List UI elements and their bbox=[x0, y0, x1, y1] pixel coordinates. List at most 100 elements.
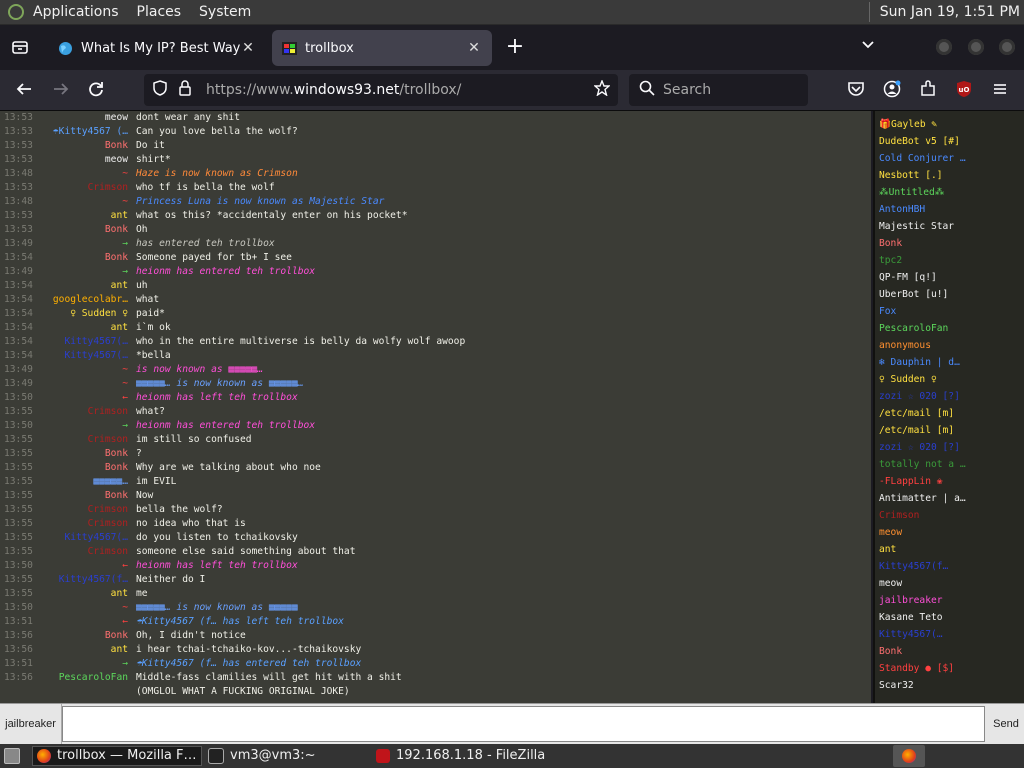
lock-icon[interactable] bbox=[178, 80, 196, 100]
account-icon[interactable] bbox=[882, 80, 902, 100]
chevron-down-icon[interactable] bbox=[858, 36, 878, 58]
user-list-item[interactable]: zozi ☆ 020 [?] bbox=[879, 389, 1019, 405]
user-list-item[interactable]: totally not a … bbox=[879, 457, 1019, 473]
user-list-item[interactable]: -FLappLin ❀ bbox=[879, 474, 1019, 490]
chat-messages[interactable]: 13:53 meow dont wear any shit 13:53 ☂Kitty45… bbox=[0, 111, 871, 703]
message-nickname[interactable]: ~ bbox=[40, 601, 128, 615]
tab-whatismyip[interactable]: What Is My IP? Best Way To ✕ bbox=[48, 30, 266, 66]
user-list-item[interactable]: UberBot [u!] bbox=[879, 287, 1019, 303]
message-nickname[interactable]: Kitty4567(f… bbox=[40, 573, 128, 587]
user-list-item[interactable]: PescaroloFan bbox=[879, 321, 1019, 337]
user-list-item[interactable]: Bonk bbox=[879, 236, 1019, 252]
user-list-item[interactable]: Scar32 bbox=[879, 678, 1019, 694]
forward-icon[interactable] bbox=[51, 80, 71, 100]
url-bar[interactable]: https://www.windows93.net/trollbox/ bbox=[144, 74, 618, 106]
message-nickname[interactable]: meow bbox=[40, 153, 128, 167]
user-list-item[interactable]: /etc/mail [m] bbox=[879, 423, 1019, 439]
message-nickname[interactable]: ← bbox=[40, 391, 128, 405]
user-list-item[interactable]: ❄ Dauphin | d… bbox=[879, 355, 1019, 371]
user-list[interactable]: 🎁Gayleb ✎ DudeBot v5 [#] Cold Conjurer … Ne… bbox=[873, 111, 1024, 703]
user-list-item[interactable]: zozi ☆ 020 [?] bbox=[879, 440, 1019, 456]
message-nickname[interactable]: Crimson bbox=[40, 433, 128, 447]
shield-icon[interactable] bbox=[152, 80, 170, 100]
user-list-item[interactable]: Majestic Star bbox=[879, 219, 1019, 235]
user-list-item[interactable]: /etc/mail [m] bbox=[879, 406, 1019, 422]
user-list-item[interactable]: Standby ● [$] bbox=[879, 661, 1019, 677]
message-nickname[interactable]: → bbox=[40, 237, 128, 251]
message-nickname[interactable]: Bonk bbox=[40, 139, 128, 153]
show-desktop-icon[interactable] bbox=[4, 748, 20, 764]
message-nickname[interactable]: → bbox=[40, 419, 128, 433]
message-nickname[interactable]: ant bbox=[40, 209, 128, 223]
message-nickname[interactable]: Bonk bbox=[40, 629, 128, 643]
message-nickname[interactable]: Crimson bbox=[40, 517, 128, 531]
message-nickname[interactable]: ~ bbox=[40, 167, 128, 181]
message-nickname[interactable]: ant bbox=[40, 643, 128, 657]
user-list-item[interactable]: jailbreaker bbox=[879, 593, 1019, 609]
message-nickname[interactable]: → bbox=[40, 265, 128, 279]
message-nickname[interactable]: PescaroloFan bbox=[40, 671, 128, 685]
message-nickname[interactable]: Kitty4567(… bbox=[40, 349, 128, 363]
tray-workspace[interactable] bbox=[893, 745, 925, 767]
message-nickname[interactable]: Bonk bbox=[40, 489, 128, 503]
search-bar[interactable]: Search bbox=[629, 74, 808, 106]
extensions-icon[interactable] bbox=[918, 80, 938, 100]
new-tab-icon[interactable]: + bbox=[505, 36, 525, 58]
message-nickname[interactable]: Crimson bbox=[40, 181, 128, 195]
message-nickname[interactable]: ant bbox=[40, 587, 128, 601]
message-nickname[interactable]: ☂Kitty4567 (… bbox=[40, 125, 128, 139]
message-nickname[interactable]: meow bbox=[40, 111, 128, 125]
user-list-item[interactable]: DudeBot v5 [#] bbox=[879, 134, 1019, 150]
tab-close-icon[interactable]: ✕ bbox=[466, 40, 482, 56]
message-nickname[interactable]: Kitty4567(… bbox=[40, 335, 128, 349]
message-nickname[interactable]: ~ bbox=[40, 195, 128, 209]
tab-close-icon[interactable]: ✕ bbox=[240, 40, 256, 56]
user-list-item[interactable]: Antimatter | a… bbox=[879, 491, 1019, 507]
message-nickname[interactable]: Bonk bbox=[40, 461, 128, 475]
reload-icon[interactable] bbox=[86, 80, 106, 100]
bookmark-star-icon[interactable] bbox=[593, 79, 611, 100]
message-nickname[interactable]: ← bbox=[40, 559, 128, 573]
message-nickname[interactable]: Bonk bbox=[40, 223, 128, 237]
tab-trollbox[interactable]: trollbox ✕ bbox=[272, 30, 492, 66]
message-nickname[interactable]: Crimson bbox=[40, 405, 128, 419]
menu-places[interactable]: Places bbox=[128, 0, 191, 25]
maximize-window-icon[interactable] bbox=[968, 39, 984, 55]
current-nickname-button[interactable]: jailbreaker bbox=[0, 704, 62, 744]
back-icon[interactable] bbox=[14, 80, 34, 100]
message-nickname[interactable]: ♀ Sudden ♀ bbox=[40, 307, 128, 321]
distro-logo-icon[interactable] bbox=[8, 4, 24, 20]
user-list-item[interactable]: 🎁Gayleb ✎ bbox=[879, 117, 1019, 133]
send-button[interactable]: Send bbox=[988, 704, 1024, 744]
message-input[interactable] bbox=[62, 706, 985, 742]
message-nickname[interactable]: googlecolabr… bbox=[40, 293, 128, 307]
close-window-icon[interactable] bbox=[999, 39, 1015, 55]
message-nickname[interactable]: ~ bbox=[40, 377, 128, 391]
hamburger-menu-icon[interactable] bbox=[990, 80, 1010, 100]
user-list-item[interactable]: AntonHBH bbox=[879, 202, 1019, 218]
message-nickname[interactable]: Crimson bbox=[40, 545, 128, 559]
user-list-item[interactable]: Bonk bbox=[879, 644, 1019, 660]
user-list-item[interactable]: Fox bbox=[879, 304, 1019, 320]
message-nickname[interactable]: ~ bbox=[40, 363, 128, 377]
user-list-item[interactable]: Kitty4567(f… bbox=[879, 559, 1019, 575]
message-nickname[interactable]: Bonk bbox=[40, 447, 128, 461]
menu-applications[interactable]: Applications bbox=[24, 0, 128, 25]
message-nickname[interactable]: Crimson bbox=[40, 503, 128, 517]
taskbar-item-firefox[interactable]: trollbox — Mozilla F… bbox=[32, 746, 202, 766]
message-nickname[interactable]: ant bbox=[40, 279, 128, 293]
user-list-item[interactable]: Nesbott [.] bbox=[879, 168, 1019, 184]
taskbar-item-terminal[interactable]: vm3@vm3:~ bbox=[204, 746, 364, 766]
user-list-item[interactable]: ⁂Untitled⁂ bbox=[879, 185, 1019, 201]
user-list-item[interactable]: tpc2 bbox=[879, 253, 1019, 269]
user-list-item[interactable]: anonymous bbox=[879, 338, 1019, 354]
user-list-item[interactable]: QP-FM [q!] bbox=[879, 270, 1019, 286]
user-list-item[interactable]: meow bbox=[879, 576, 1019, 592]
user-list-item[interactable]: Kasane Teto bbox=[879, 610, 1019, 626]
message-nickname[interactable]: → bbox=[40, 657, 128, 671]
user-list-item[interactable]: meow bbox=[879, 525, 1019, 541]
taskbar-item-filezilla[interactable]: 192.168.1.18 - FileZilla bbox=[372, 746, 572, 766]
ublock-icon[interactable]: uO bbox=[954, 80, 974, 100]
tab-list-icon[interactable] bbox=[10, 38, 30, 58]
message-nickname[interactable]: Bonk bbox=[40, 251, 128, 265]
